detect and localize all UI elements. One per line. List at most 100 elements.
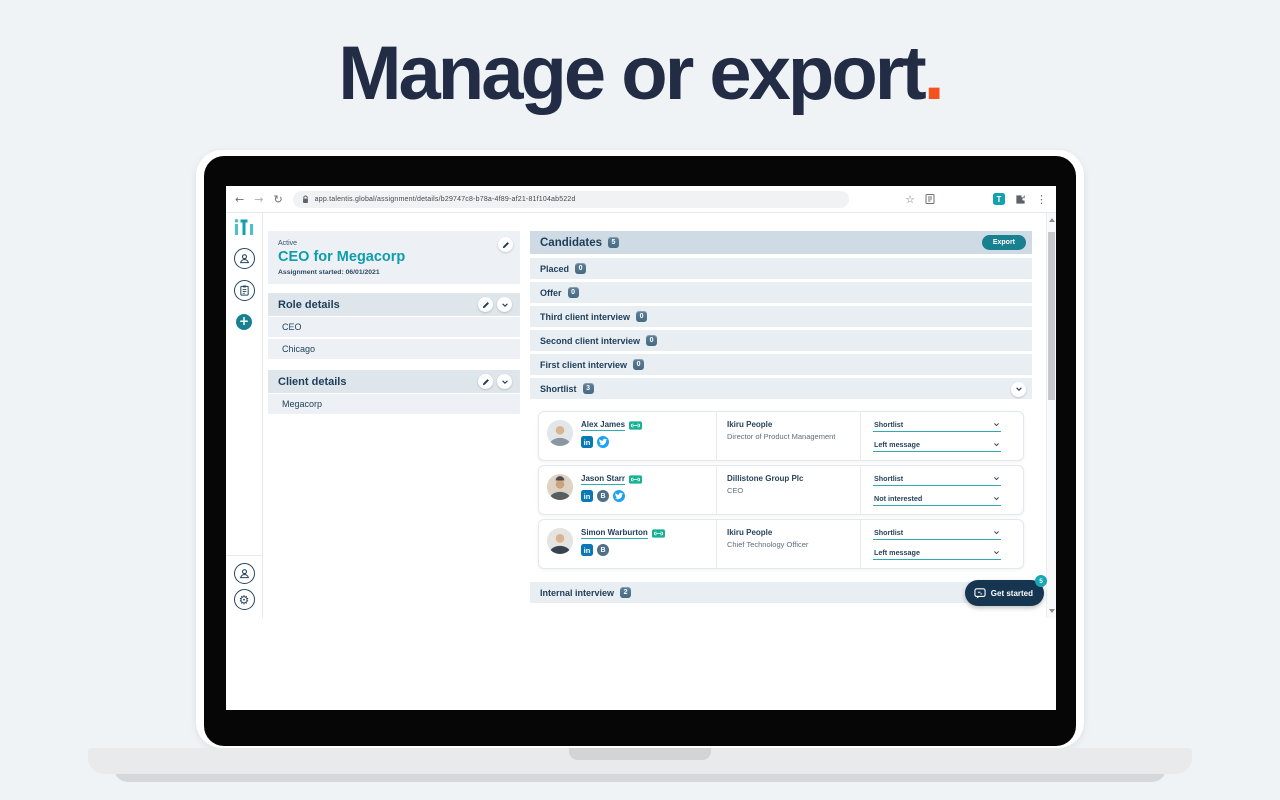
sidebar-assignments-button[interactable]	[234, 280, 255, 301]
stage-row-second-interview[interactable]: Second client interview 0	[530, 330, 1032, 351]
stage-select[interactable]: Shortlist	[873, 526, 1001, 540]
extensions-puzzle-icon[interactable]	[1015, 194, 1026, 205]
candidate-name-link[interactable]: Jason Starr	[581, 474, 625, 485]
sidebar-footer: ⚙	[226, 555, 262, 610]
sidebar-people-button[interactable]	[234, 248, 255, 269]
candidate-socials: in B	[581, 490, 625, 502]
hero-title-text: Manage or export	[338, 31, 923, 116]
bullhorn-icon[interactable]: B	[597, 490, 609, 502]
collapse-role-button[interactable]	[497, 297, 512, 312]
linkedin-icon[interactable]: in	[581, 436, 593, 448]
edit-role-button[interactable]	[478, 297, 493, 312]
gear-icon: ⚙	[239, 594, 250, 606]
stage-count-badge: 2	[620, 587, 631, 598]
assignment-title: CEO for Megacorp	[278, 249, 510, 265]
scrollbar-thumb[interactable]	[1048, 232, 1055, 400]
app-sidebar: + ⚙	[226, 213, 263, 618]
record-link-icon	[629, 421, 642, 430]
candidate-card: Alex James in Ikiru People Dire	[538, 411, 1024, 461]
assignment-started: Assignment started: 06/01/2021	[278, 269, 510, 276]
pencil-icon	[502, 241, 510, 249]
laptop-screen: ← → ↻ app.talentis.global/assignment/det…	[226, 186, 1056, 710]
stage-count-badge: 3	[583, 383, 594, 394]
stage-label: First client interview	[540, 360, 627, 370]
laptop-base	[88, 748, 1192, 774]
candidate-card: Simon Warburton in B Ikiru People	[538, 519, 1024, 569]
candidate-company: Ikiru People	[727, 528, 850, 537]
stage-count-badge: 0	[568, 287, 579, 298]
hero-title-dot: .	[924, 31, 942, 116]
get-started-badge: 5	[1035, 575, 1047, 587]
stage-label: Internal interview	[540, 588, 614, 598]
candidate-avatar	[547, 528, 573, 554]
twitter-icon[interactable]	[613, 490, 625, 502]
stage-row-shortlist[interactable]: Shortlist 3	[530, 378, 1032, 399]
address-bar[interactable]: app.talentis.global/assignment/details/b…	[293, 191, 849, 208]
stage-row-placed[interactable]: Placed 0	[530, 258, 1032, 279]
collapse-client-button[interactable]	[497, 374, 512, 389]
sidebar-add-button[interactable]: +	[236, 314, 252, 330]
stage-select[interactable]: Shortlist	[873, 472, 1001, 486]
edit-assignment-button[interactable]	[498, 237, 513, 252]
twitter-icon[interactable]	[597, 436, 609, 448]
candidates-header: Candidates 5 Export	[530, 231, 1032, 254]
stage-select[interactable]: Shortlist	[873, 418, 1001, 432]
candidate-name-link[interactable]: Alex James	[581, 420, 625, 431]
app-viewport: + ⚙ Active CEO for Megacorp Assi	[226, 213, 1056, 618]
candidates-title: Candidates	[540, 237, 602, 249]
sidebar-profile-button[interactable]	[234, 563, 255, 584]
candidate-socials: in B	[581, 544, 609, 556]
role-details-header: Role details	[268, 293, 520, 316]
status-select-value: Left message	[874, 548, 920, 557]
stage-row-internal-interview[interactable]: Internal interview 2	[530, 582, 1032, 603]
scroll-up-arrow[interactable]	[1049, 218, 1055, 222]
stage-label: Offer	[540, 288, 562, 298]
stage-row-third-interview[interactable]: Third client interview 0	[530, 306, 1032, 327]
reading-list-icon[interactable]	[925, 194, 935, 204]
record-link-icon	[629, 475, 642, 484]
bullhorn-icon[interactable]: B	[597, 544, 609, 556]
candidate-avatar	[547, 474, 573, 500]
get-started-label: Get started	[991, 589, 1033, 598]
status-select[interactable]: Left message	[873, 546, 1001, 560]
record-link-icon	[652, 529, 665, 538]
sidebar-settings-button[interactable]: ⚙	[234, 589, 255, 610]
refresh-icon[interactable]: ↻	[273, 194, 282, 205]
role-detail-row: CEO	[268, 317, 520, 337]
candidates-count-badge: 5	[608, 237, 619, 248]
linkedin-icon[interactable]: in	[581, 544, 593, 556]
forward-icon[interactable]: →	[254, 194, 263, 205]
chevron-down-icon	[993, 441, 1000, 448]
stage-select-value: Shortlist	[874, 474, 903, 483]
browser-menu-icon[interactable]: ⋮	[1036, 193, 1047, 206]
scroll-down-arrow[interactable]	[1049, 609, 1055, 613]
candidate-name-link[interactable]: Simon Warburton	[581, 528, 648, 539]
assignment-summary-panel: Active CEO for Megacorp Assignment start…	[268, 231, 520, 284]
back-icon[interactable]: ←	[235, 194, 244, 205]
chevron-down-icon	[501, 301, 509, 309]
browser-toolbar: ← → ↻ app.talentis.global/assignment/det…	[226, 186, 1056, 213]
hero-title: Manage or export.	[0, 30, 1280, 117]
candidate-avatar	[547, 420, 573, 446]
linkedin-icon[interactable]: in	[581, 490, 593, 502]
pencil-icon	[482, 378, 490, 386]
stage-row-offer[interactable]: Offer 0	[530, 282, 1032, 303]
stage-count-badge: 0	[636, 311, 647, 322]
status-select[interactable]: Left message	[873, 438, 1001, 452]
collapse-shortlist-button[interactable]	[1011, 382, 1026, 397]
chevron-down-icon	[993, 529, 1000, 536]
get-started-button[interactable]: Get started 5	[965, 580, 1044, 606]
status-select[interactable]: Not interested	[873, 492, 1001, 506]
candidate-job-title: Director of Product Management	[727, 432, 850, 441]
stage-label: Shortlist	[540, 384, 577, 394]
stage-label: Third client interview	[540, 312, 630, 322]
candidate-job-title: CEO	[727, 486, 850, 495]
export-button[interactable]: Export	[982, 235, 1026, 250]
stage-row-first-interview[interactable]: First client interview 0	[530, 354, 1032, 375]
talentis-extension-icon[interactable]: T	[993, 193, 1005, 205]
edit-client-button[interactable]	[478, 374, 493, 389]
candidate-company: Ikiru People	[727, 420, 850, 429]
page-scrollbar[interactable]	[1046, 213, 1056, 618]
bookmark-star-icon[interactable]: ☆	[905, 194, 915, 205]
stage-count-badge: 0	[633, 359, 644, 370]
